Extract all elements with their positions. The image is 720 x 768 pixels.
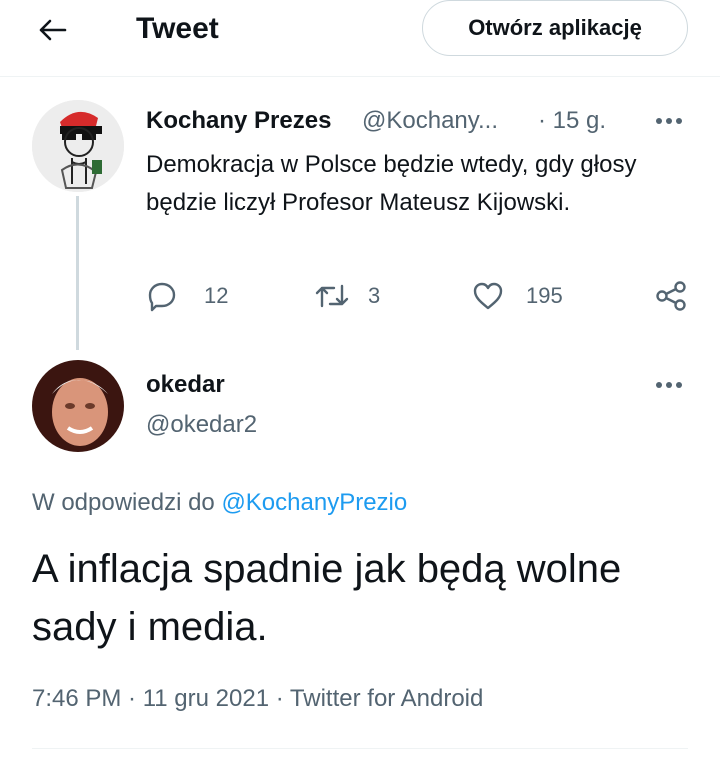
tweet-actions: 12 3 195 (146, 280, 686, 320)
heart-icon (473, 282, 503, 310)
avatar-photo (32, 360, 124, 452)
tweet-text: A inflacja spadnie jak będą wolne sady i… (32, 547, 622, 649)
reply-icon (148, 282, 176, 312)
thread-line (76, 196, 79, 350)
share-icon (656, 281, 686, 311)
more-horizontal-icon[interactable] (656, 118, 682, 124)
retweet-count: 3 (368, 283, 381, 308)
more-horizontal-icon[interactable] (656, 382, 682, 388)
arrow-left-icon (39, 19, 67, 41)
retweet-icon (315, 284, 349, 308)
retweet-button[interactable]: 3 (314, 280, 380, 312)
reply-mention-link[interactable]: @KochanyPrezio (221, 489, 407, 516)
author-name[interactable]: Kochany Prezes (146, 106, 331, 136)
back-button[interactable] (30, 10, 74, 50)
tweet-meta: 7:46 PM · 11 gru 2021 · Twitter for Andr… (32, 685, 484, 712)
avatar[interactable] (32, 100, 124, 192)
open-app-button[interactable]: Otwórz aplikację (422, 0, 688, 56)
share-button[interactable] (654, 280, 688, 312)
author-handle[interactable]: @Kochany... (362, 106, 498, 136)
reply-count: 12 (204, 283, 229, 308)
avatar-illustration (32, 100, 124, 192)
tweet-text: Demokracja w Polsce będzie wtedy, gdy gł… (146, 151, 637, 216)
avatar[interactable] (32, 360, 124, 452)
like-count: 195 (526, 283, 563, 308)
reply-prefix: W odpowiedzi do (32, 489, 215, 516)
author-name[interactable]: okedar (146, 370, 225, 400)
reply-button[interactable]: 12 (146, 280, 228, 312)
like-button[interactable]: 195 (472, 280, 563, 312)
page-title: Tweet (136, 12, 219, 45)
top-bar: Tweet Otwórz aplikację (0, 0, 720, 77)
divider (32, 748, 688, 749)
author-handle[interactable]: @okedar2 (146, 410, 257, 440)
tweet-time[interactable]: · 15 g. (538, 106, 606, 136)
replying-to: W odpowiedzi do @KochanyPrezio (32, 488, 407, 518)
